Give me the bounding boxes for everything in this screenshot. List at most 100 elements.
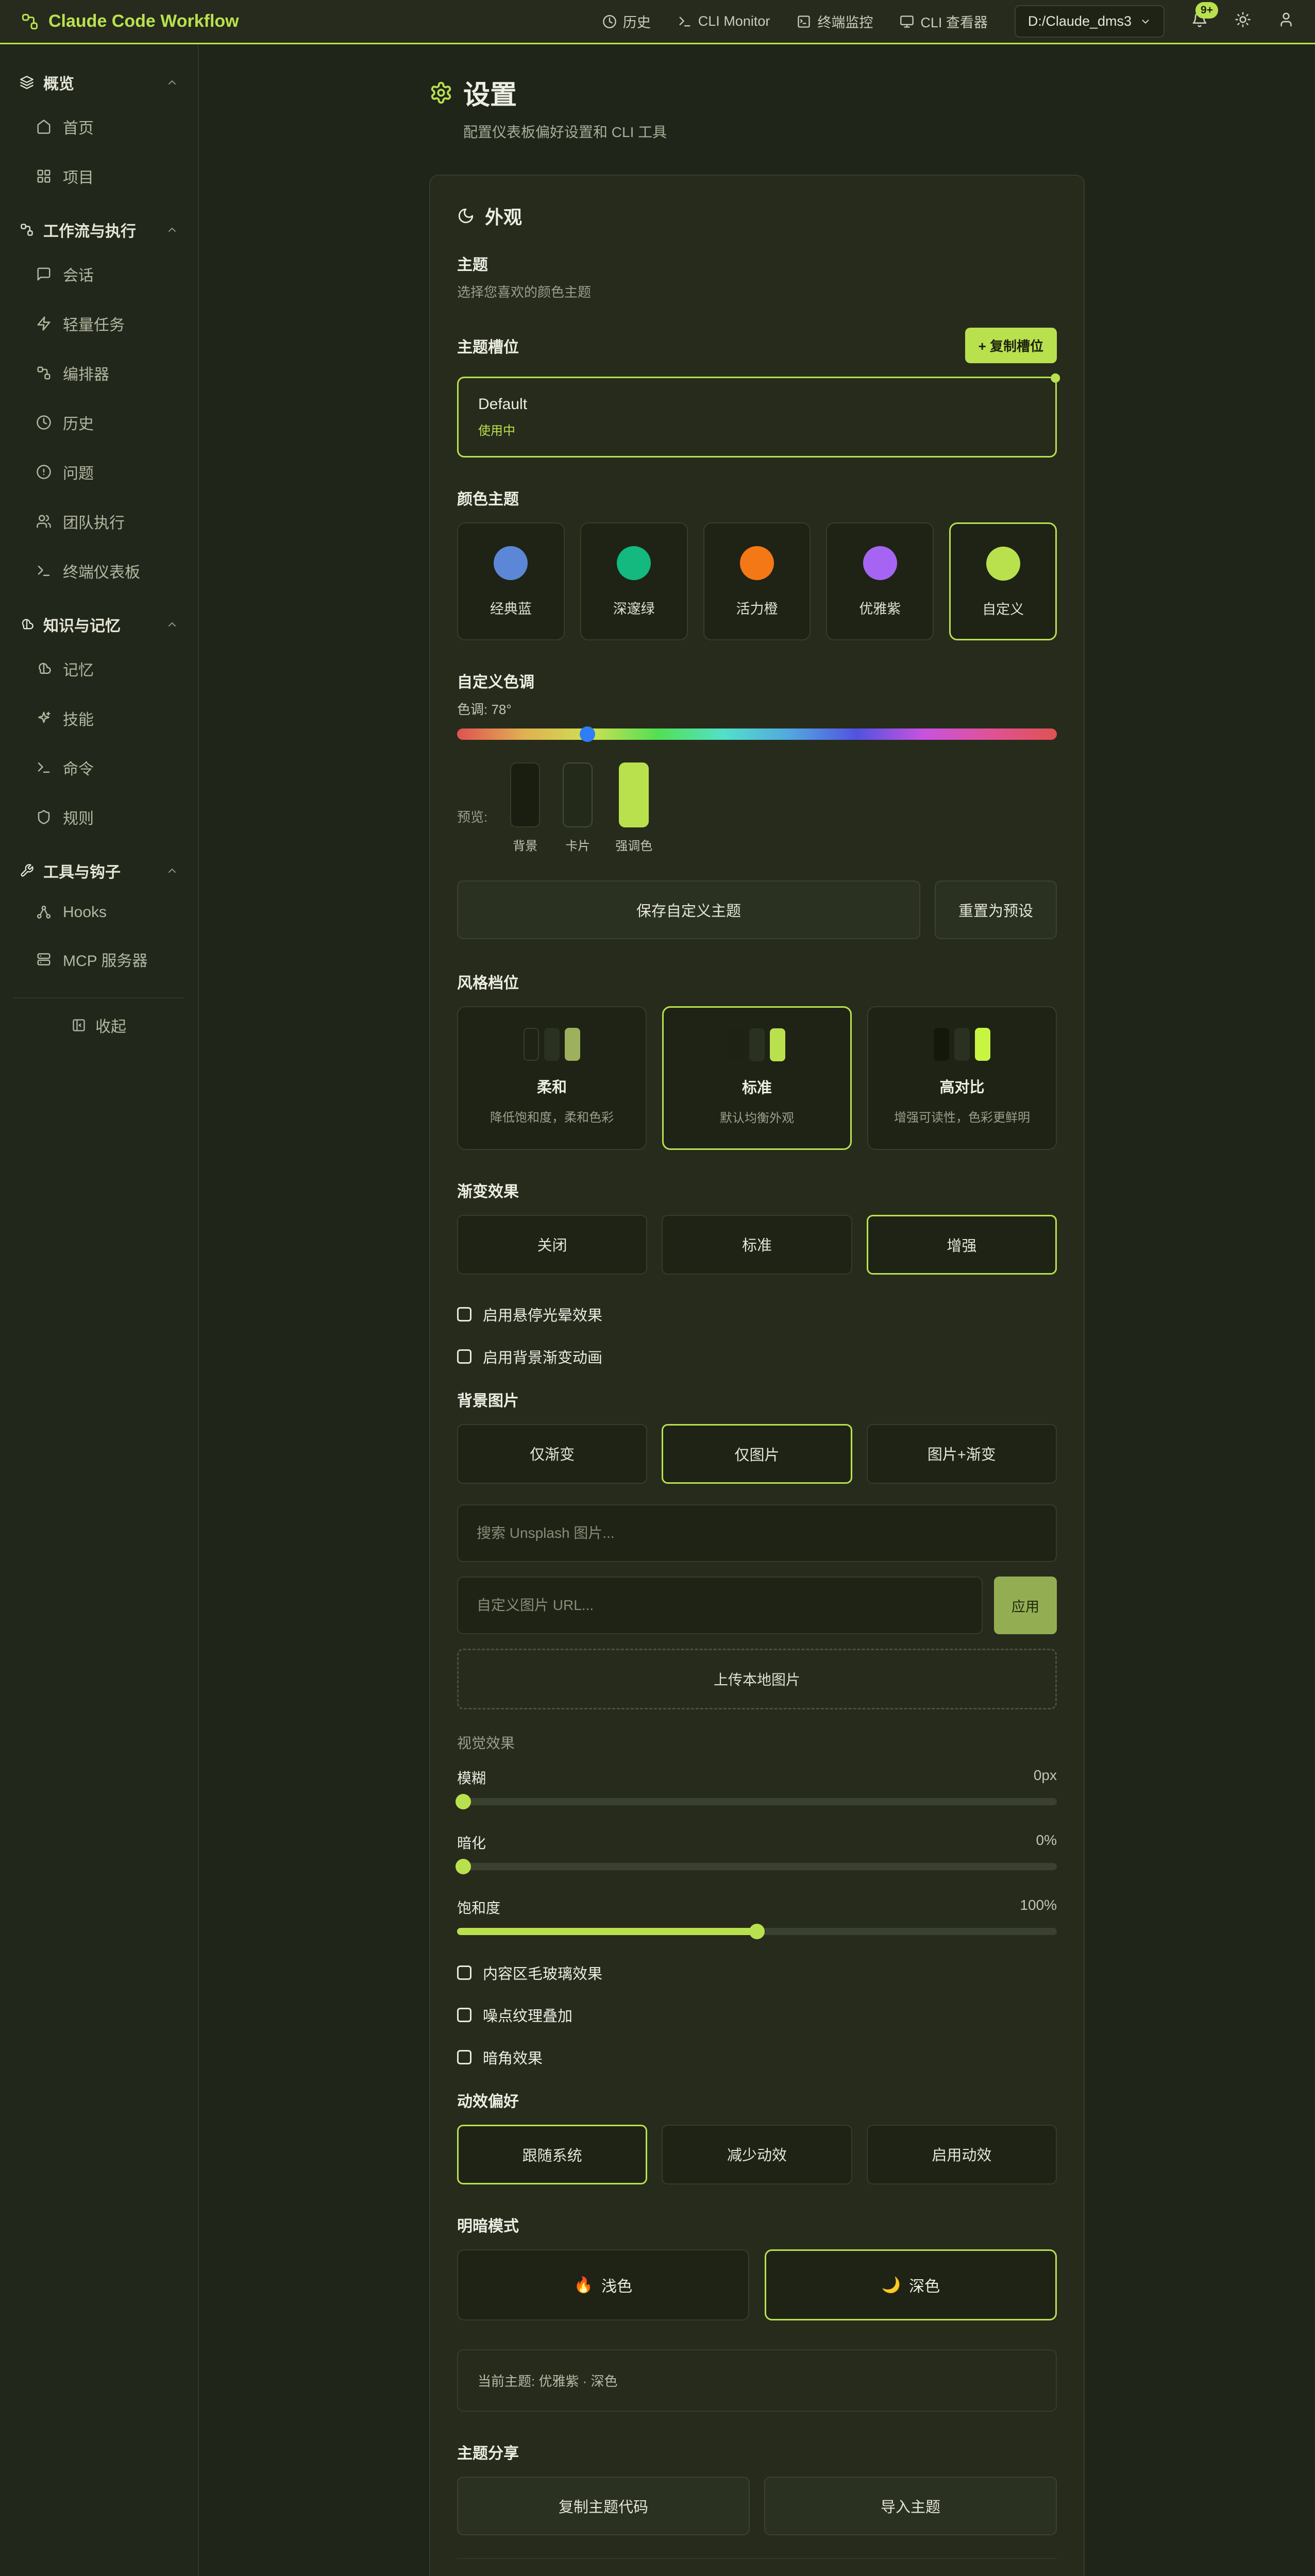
apply-url-button[interactable]: 应用: [994, 1577, 1057, 1634]
panel-left-icon: [72, 1018, 86, 1032]
style-option-high-contrast[interactable]: 高对比 增强可读性，色彩更鲜明: [867, 1006, 1057, 1150]
motion-option-system[interactable]: 跟随系统: [457, 2125, 647, 2184]
theme-option-purple[interactable]: 优雅紫: [826, 522, 934, 640]
checkbox-unchecked[interactable]: [457, 1349, 471, 1364]
copy-slot-button[interactable]: + 复制槽位: [965, 328, 1057, 363]
gradient-option-enhanced[interactable]: 增强: [867, 1215, 1057, 1275]
nav-history[interactable]: 历史: [602, 11, 651, 31]
sidebar-item-terminal-dashboard[interactable]: 终端仪表板: [13, 546, 184, 596]
bg-image-label: 背景图片: [457, 1388, 1057, 1411]
mode-option-dark[interactable]: 🌙 深色: [765, 2249, 1057, 2320]
motion-option-reduce[interactable]: 减少动效: [662, 2125, 852, 2184]
saturation-slider-thumb[interactable]: [749, 1924, 765, 1939]
sidebar-item-light-tasks[interactable]: 轻量任务: [13, 299, 184, 348]
sidebar-item-orchestrator[interactable]: 编排器: [13, 348, 184, 398]
motion-option-enable[interactable]: 启用动效: [867, 2125, 1057, 2184]
sidebar-item-skills[interactable]: 技能: [13, 693, 184, 743]
bg-anim-checkbox-row[interactable]: 启用背景渐变动画: [457, 1346, 1057, 1367]
hue-slider[interactable]: [457, 728, 1057, 740]
blur-slider-thumb[interactable]: [456, 1794, 471, 1809]
theme-preview-row: 预览: 背景 卡片 强调色: [457, 762, 1057, 854]
checkbox-unchecked[interactable]: [457, 1307, 471, 1321]
saturation-slider[interactable]: [457, 1928, 1057, 1935]
upload-local-image-button[interactable]: 上传本地图片: [457, 1649, 1057, 1709]
checkbox-unchecked[interactable]: [457, 2050, 471, 2064]
unsplash-search-input[interactable]: [457, 1504, 1057, 1562]
sidebar-group-knowledge[interactable]: 知识与记忆: [13, 605, 184, 644]
blur-value: 0px: [1034, 1767, 1057, 1788]
save-custom-theme-button[interactable]: 保存自定义主题: [457, 880, 920, 939]
sidebar-group-tools[interactable]: 工具与钩子: [13, 851, 184, 890]
slot-active-dot: [1051, 374, 1060, 383]
theme-option-custom[interactable]: 自定义: [949, 522, 1057, 640]
hover-glow-checkbox-row[interactable]: 启用悬停光晕效果: [457, 1303, 1057, 1325]
nav-cli-monitor[interactable]: CLI Monitor: [678, 13, 770, 29]
custom-image-url-input[interactable]: [457, 1577, 983, 1634]
color-theme-grid: 经典蓝 深邃绿 活力橙 优雅紫 自定义: [457, 522, 1057, 640]
nav-cli-viewer[interactable]: CLI 查看器: [900, 11, 988, 31]
darken-slider-thumb[interactable]: [456, 1859, 471, 1874]
sidebar-item-issues[interactable]: 问题: [13, 447, 184, 497]
app-title: Claude Code Workflow: [48, 11, 239, 31]
mode-option-light[interactable]: 🔥 浅色: [457, 2249, 749, 2320]
style-option-soft[interactable]: 柔和 降低饱和度，柔和色彩: [457, 1006, 647, 1150]
theme-option-orange[interactable]: 活力橙: [703, 522, 811, 640]
nav-terminal-monitor[interactable]: 终端监控: [797, 11, 873, 31]
vignette-checkbox-row[interactable]: 暗角效果: [457, 2046, 1057, 2068]
theme-slot-default[interactable]: Default 使用中: [457, 377, 1057, 457]
gradient-effect-label: 渐变效果: [457, 1179, 1057, 1201]
current-theme-info: 当前主题: 优雅紫 · 深色: [457, 2349, 1057, 2412]
bg-option-image-only[interactable]: 仅图片: [662, 1424, 852, 1484]
terminal-icon: [678, 14, 692, 29]
shield-icon: [36, 809, 52, 825]
brain-icon: [20, 617, 34, 632]
gradient-option-off[interactable]: 关闭: [457, 1215, 647, 1275]
blur-slider[interactable]: [457, 1798, 1057, 1805]
theme-option-green[interactable]: 深邃绿: [580, 522, 688, 640]
noise-checkbox-row[interactable]: 噪点纹理叠加: [457, 2004, 1057, 2026]
sidebar-group-overview[interactable]: 概览: [13, 63, 184, 102]
workflow-icon: [36, 365, 52, 381]
sidebar-item-home[interactable]: 首页: [13, 102, 184, 151]
app-logo[interactable]: Claude Code Workflow: [21, 11, 239, 31]
gear-icon: [429, 81, 453, 105]
bg-option-gradient-only[interactable]: 仅渐变: [457, 1424, 647, 1484]
sidebar-item-memory[interactable]: 记忆: [13, 644, 184, 693]
sidebar-item-sessions[interactable]: 会话: [13, 249, 184, 299]
darken-slider[interactable]: [457, 1863, 1057, 1870]
style-option-standard[interactable]: 标准 默认均衡外观: [662, 1006, 852, 1150]
home-icon: [36, 119, 52, 134]
preview-swatch-card: [563, 762, 593, 827]
sidebar-group-workflow[interactable]: 工作流与执行: [13, 210, 184, 249]
style-level-label: 风格档位: [457, 970, 1057, 993]
project-selector[interactable]: D:/Claude_dms3: [1015, 5, 1165, 38]
import-theme-button[interactable]: 导入主题: [764, 2477, 1057, 2535]
checkbox-unchecked[interactable]: [457, 2008, 471, 2022]
theme-toggle-button[interactable]: [1235, 11, 1251, 31]
sidebar-item-history[interactable]: 历史: [13, 398, 184, 447]
hue-slider-thumb[interactable]: [580, 726, 595, 742]
reset-to-preset-button[interactable]: 重置为预设: [935, 880, 1057, 939]
user-menu-button[interactable]: [1278, 11, 1294, 31]
sidebar-item-mcp-servers[interactable]: MCP 服务器: [13, 935, 184, 984]
gradient-option-standard[interactable]: 标准: [662, 1215, 852, 1275]
checkbox-unchecked[interactable]: [457, 1965, 471, 1980]
sidebar-item-rules[interactable]: 规则: [13, 792, 184, 842]
hue-value-label: 色调: 78°: [457, 699, 1057, 718]
page-title-row: 设置: [429, 73, 1085, 112]
glass-checkbox-row[interactable]: 内容区毛玻璃效果: [457, 1962, 1057, 1984]
sidebar-item-projects[interactable]: 项目: [13, 151, 184, 201]
sidebar-item-commands[interactable]: 命令: [13, 743, 184, 792]
sidebar-item-hooks[interactable]: Hooks: [13, 890, 184, 935]
server-icon: [36, 952, 52, 967]
terminal-icon: [36, 563, 52, 579]
notifications-button[interactable]: 9+: [1191, 11, 1208, 31]
sidebar-collapse-button[interactable]: 收起: [13, 997, 184, 1052]
theme-option-blue[interactable]: 经典蓝: [457, 522, 565, 640]
chevron-up-icon: [166, 76, 178, 89]
appearance-card: 外观 主题 选择您喜欢的颜色主题 主题槽位 + 复制槽位 Default 使用中…: [429, 175, 1085, 2576]
copy-theme-code-button[interactable]: 复制主题代码: [457, 2477, 750, 2535]
bg-option-image-gradient[interactable]: 图片+渐变: [867, 1424, 1057, 1484]
sidebar-item-team-execution[interactable]: 团队执行: [13, 497, 184, 546]
project-name: D:/Claude_dms3: [1028, 13, 1132, 29]
